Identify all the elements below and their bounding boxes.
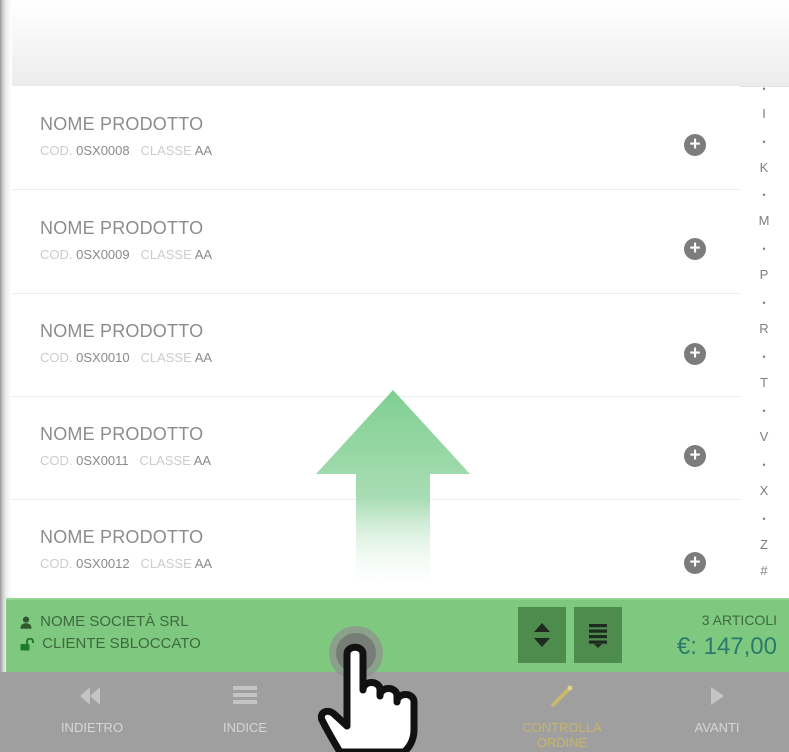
product-class: AA bbox=[194, 247, 213, 262]
top-bar bbox=[12, 0, 789, 87]
product-class: AA bbox=[193, 453, 212, 468]
code-label: COD. bbox=[40, 143, 73, 158]
list-item[interactable]: NOME PRODOTTO COD. 0SX0009 CLASSE AA + bbox=[12, 190, 740, 294]
product-class: AA bbox=[194, 556, 213, 571]
back-label: INDIETRO bbox=[60, 720, 124, 735]
index-dot[interactable]: • bbox=[750, 82, 778, 96]
product-name: NOME PRODOTTO bbox=[40, 321, 204, 341]
product-meta: COD. 0SX0011 CLASSE AA bbox=[40, 453, 211, 468]
next-button[interactable]: AVANTI bbox=[652, 672, 782, 752]
list-item[interactable]: NOME PRODOTTO COD. 0SX0010 CLASSE AA + bbox=[12, 293, 740, 397]
index-letter-i[interactable]: I bbox=[750, 107, 778, 121]
plus-circle-icon[interactable]: + bbox=[684, 445, 706, 467]
company-info: NOME SOCIETÀ SRL bbox=[20, 613, 189, 630]
product-class: AA bbox=[194, 350, 213, 365]
play-icon bbox=[711, 687, 724, 705]
index-label: INDICE bbox=[222, 720, 268, 735]
scroll-up-arrow-icon bbox=[316, 390, 470, 588]
product-class: AA bbox=[194, 143, 213, 158]
plus-circle-icon[interactable]: + bbox=[684, 552, 706, 574]
index-dot[interactable]: • bbox=[750, 296, 778, 310]
index-letter-r[interactable]: R bbox=[750, 322, 778, 336]
product-code: 0SX0008 bbox=[76, 143, 130, 158]
articles-count: 3 ARTICOLI bbox=[701, 612, 777, 628]
index-dot[interactable]: • bbox=[750, 188, 778, 202]
order-total: €: 147,00 bbox=[676, 633, 777, 660]
back-button[interactable]: INDIETRO bbox=[27, 672, 157, 752]
wand-icon bbox=[550, 685, 573, 708]
class-label: CLASSE bbox=[140, 556, 192, 571]
check-order-button[interactable]: CONTROLLA ORDINE bbox=[497, 672, 627, 752]
list-icon bbox=[589, 624, 607, 648]
index-letter-z[interactable]: Z bbox=[750, 538, 778, 552]
product-code: 0SX0009 bbox=[76, 247, 130, 262]
alphabet-index[interactable]: • I • K • M • P • R • T • V • X • Z # bbox=[750, 80, 778, 585]
code-label: COD. bbox=[40, 453, 73, 468]
user-icon bbox=[20, 616, 32, 629]
client-info: CLIENTE SBLOCCATO bbox=[20, 635, 201, 652]
menu-icon bbox=[233, 686, 257, 704]
index-dot[interactable]: • bbox=[750, 350, 778, 364]
index-letter-v[interactable]: V bbox=[750, 430, 778, 444]
product-name: NOME PRODOTTO bbox=[40, 527, 204, 547]
order-list-button[interactable] bbox=[574, 607, 622, 663]
tap-hand-icon bbox=[317, 626, 418, 752]
index-letter-m[interactable]: M bbox=[750, 214, 778, 228]
list-item[interactable]: NOME PRODOTTO COD. 0SX0008 CLASSE AA + bbox=[12, 86, 740, 190]
code-label: COD. bbox=[40, 247, 73, 262]
next-label: AVANTI bbox=[694, 720, 740, 735]
index-button[interactable]: INDICE bbox=[180, 672, 310, 752]
product-meta: COD. 0SX0008 CLASSE AA bbox=[40, 143, 212, 158]
index-letter-k[interactable]: K bbox=[750, 161, 778, 175]
code-label: COD. bbox=[40, 350, 73, 365]
index-dot[interactable]: • bbox=[750, 135, 778, 149]
app-screen: NOME PRODOTTO COD. 0SX0008 CLASSE AA + N… bbox=[0, 0, 789, 752]
check-order-label: CONTROLLA ORDINE bbox=[522, 720, 602, 750]
rewind-icon bbox=[80, 687, 100, 705]
code-label: COD. bbox=[40, 556, 73, 571]
product-meta: COD. 0SX0009 CLASSE AA bbox=[40, 247, 212, 262]
plus-circle-icon[interactable]: + bbox=[684, 134, 706, 156]
product-code: 0SX0012 bbox=[76, 556, 130, 571]
product-name: NOME PRODOTTO bbox=[40, 424, 204, 444]
class-label: CLASSE bbox=[140, 143, 192, 158]
class-label: CLASSE bbox=[140, 350, 192, 365]
product-meta: COD. 0SX0012 CLASSE AA bbox=[40, 556, 212, 571]
product-meta: COD. 0SX0010 CLASSE AA bbox=[40, 350, 212, 365]
client-status: CLIENTE SBLOCCATO bbox=[42, 635, 201, 652]
sort-icon bbox=[534, 623, 550, 647]
product-name: NOME PRODOTTO bbox=[40, 114, 204, 134]
index-hash[interactable]: # bbox=[750, 564, 778, 578]
unlock-icon bbox=[20, 637, 34, 651]
product-code: 0SX0011 bbox=[76, 453, 129, 468]
product-code: 0SX0010 bbox=[76, 350, 130, 365]
plus-circle-icon[interactable]: + bbox=[684, 343, 706, 365]
index-dot[interactable]: • bbox=[750, 242, 778, 256]
index-dot[interactable]: • bbox=[750, 404, 778, 418]
plus-circle-icon[interactable]: + bbox=[684, 238, 706, 260]
company-name: NOME SOCIETÀ SRL bbox=[40, 613, 189, 630]
index-letter-t[interactable]: T bbox=[750, 376, 778, 390]
index-dot[interactable]: • bbox=[750, 512, 778, 526]
sort-button[interactable] bbox=[518, 607, 566, 663]
index-dot[interactable]: • bbox=[750, 458, 778, 472]
class-label: CLASSE bbox=[140, 247, 192, 262]
index-letter-p[interactable]: P bbox=[750, 268, 778, 282]
class-label: CLASSE bbox=[139, 453, 191, 468]
index-letter-x[interactable]: X bbox=[750, 484, 778, 498]
product-name: NOME PRODOTTO bbox=[40, 218, 204, 238]
